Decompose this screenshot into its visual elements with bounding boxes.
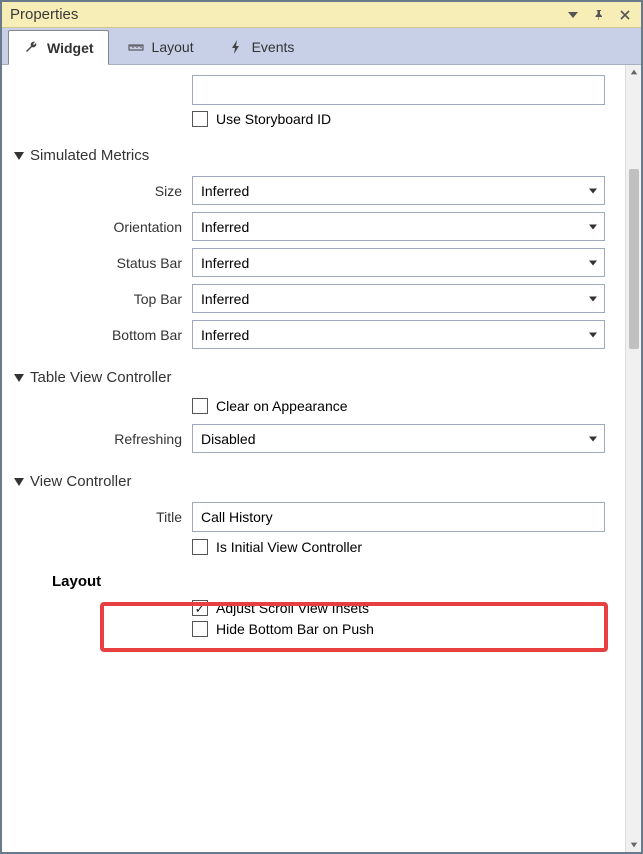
- topbar-select[interactable]: [192, 284, 605, 313]
- use-storyboard-id-label: Use Storyboard ID: [216, 111, 331, 127]
- tab-widget-label: Widget: [47, 40, 94, 56]
- clear-on-appearance-label: Clear on Appearance: [216, 398, 348, 414]
- adjust-scroll-label: Adjust Scroll View Insets: [216, 600, 369, 616]
- titlebar: Properties: [2, 2, 641, 28]
- size-select[interactable]: [192, 176, 605, 205]
- section-simulated-metrics[interactable]: Simulated Metrics: [14, 147, 605, 164]
- scroll-thumb[interactable]: [629, 169, 639, 349]
- refreshing-select[interactable]: [192, 424, 605, 453]
- tabbar: Widget Layout Events: [2, 28, 641, 65]
- section-table-view-controller[interactable]: Table View Controller: [14, 369, 605, 386]
- section-simulated-metrics-label: Simulated Metrics: [30, 147, 149, 164]
- panel-title: Properties: [10, 6, 565, 23]
- clear-on-appearance-checkbox[interactable]: [192, 398, 208, 414]
- properties-content: Use Storyboard ID Simulated Metrics Size…: [2, 65, 625, 852]
- expand-icon: [14, 478, 24, 486]
- use-storyboard-id-checkbox[interactable]: [192, 111, 208, 127]
- adjust-scroll-checkbox[interactable]: [192, 600, 208, 616]
- tab-events-label: Events: [252, 39, 295, 55]
- size-label: Size: [14, 183, 192, 199]
- tab-widget[interactable]: Widget: [8, 30, 109, 65]
- section-view-controller-label: View Controller: [30, 473, 131, 490]
- layout-subheader: Layout: [52, 573, 605, 590]
- expand-icon: [14, 152, 24, 160]
- ruler-icon: [128, 39, 144, 55]
- orientation-select[interactable]: [192, 212, 605, 241]
- statusbar-label: Status Bar: [14, 255, 192, 271]
- topbar-label: Top Bar: [14, 291, 192, 307]
- lightning-icon: [228, 39, 244, 55]
- statusbar-select[interactable]: [192, 248, 605, 277]
- bottombar-select[interactable]: [192, 320, 605, 349]
- is-initial-checkbox[interactable]: [192, 539, 208, 555]
- section-table-view-controller-label: Table View Controller: [30, 369, 171, 386]
- wrench-icon: [23, 40, 39, 56]
- identifier-field-partial[interactable]: [192, 75, 605, 105]
- title-label: Title: [14, 509, 192, 525]
- titlebar-controls: [565, 7, 633, 23]
- scroll-down-icon[interactable]: [627, 838, 641, 852]
- tab-layout[interactable]: Layout: [113, 30, 209, 64]
- properties-panel: Properties Widget Layout: [0, 0, 643, 854]
- scrollbar[interactable]: [625, 65, 641, 852]
- dropdown-menu-icon[interactable]: [565, 7, 581, 23]
- is-initial-label: Is Initial View Controller: [216, 539, 362, 555]
- expand-icon: [14, 374, 24, 382]
- section-view-controller[interactable]: View Controller: [14, 473, 605, 490]
- tab-events[interactable]: Events: [213, 30, 310, 64]
- close-icon[interactable]: [617, 7, 633, 23]
- hide-bottom-bar-checkbox[interactable]: [192, 621, 208, 637]
- hide-bottom-bar-label: Hide Bottom Bar on Push: [216, 621, 374, 637]
- orientation-label: Orientation: [14, 219, 192, 235]
- tab-layout-label: Layout: [152, 39, 194, 55]
- refreshing-label: Refreshing: [14, 431, 192, 447]
- title-input[interactable]: [192, 502, 605, 532]
- bottombar-label: Bottom Bar: [14, 327, 192, 343]
- scroll-up-icon[interactable]: [627, 65, 641, 79]
- pin-icon[interactable]: [591, 7, 607, 23]
